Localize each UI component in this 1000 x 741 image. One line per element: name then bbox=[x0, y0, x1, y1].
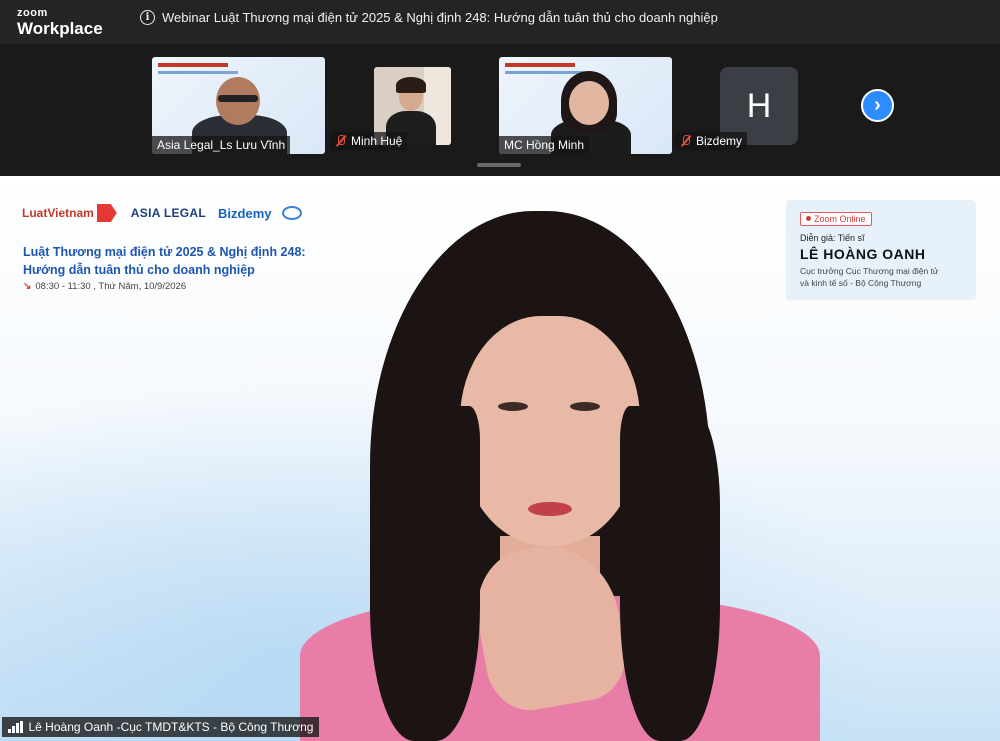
mic-muted-icon bbox=[335, 135, 347, 147]
speaker-role: Cục trưởng Cục Thương mại điện tử và kin… bbox=[800, 266, 939, 288]
participant-1-name: Asia Legal_Ls Lưu Vĩnh bbox=[152, 136, 291, 154]
presenter-eye-right bbox=[570, 402, 600, 411]
presenter-hair-right bbox=[620, 406, 720, 741]
luatvietnam-mark-icon bbox=[96, 204, 117, 222]
bizdemy-logo: Bizdemy bbox=[218, 205, 272, 221]
resize-handle[interactable] bbox=[477, 163, 521, 167]
participant-tile-1[interactable]: Asia Legal_Ls Lưu Vĩnh bbox=[152, 57, 325, 154]
active-speaker-view[interactable]: LuatVietnam ASIA LEGAL Bizdemy Luật Thươ… bbox=[0, 176, 1000, 741]
meeting-info[interactable]: i Webinar Luật Thương mại điện tử 2025 &… bbox=[140, 10, 718, 25]
speaker-label: Diễn giả: Tiến sĩ bbox=[800, 233, 865, 243]
participant-tile-3[interactable]: MC Hồng Minh bbox=[499, 57, 672, 154]
logo-workplace-text: Workplace bbox=[17, 19, 103, 38]
participant-4-name: Bizdemy bbox=[675, 132, 748, 150]
logo-zoom-text: zoom bbox=[17, 7, 48, 19]
slide-time: ↘ 08:30 - 11:30 , Thứ Năm, 10/9/2026 bbox=[23, 281, 187, 292]
chevron-right-icon: › bbox=[874, 94, 881, 116]
presenter-lips bbox=[528, 502, 572, 516]
participant-2-hair bbox=[396, 77, 426, 93]
slide-title: Luật Thương mại điện tử 2025 & Nghị định… bbox=[23, 245, 306, 277]
zoom-workplace-logo: zoom Workplace bbox=[17, 7, 103, 38]
presenter-hair-left bbox=[370, 406, 480, 741]
presenter-eye-left bbox=[498, 402, 528, 411]
asia-legal-logo: ASIA LEGAL bbox=[130, 206, 207, 220]
partner-logo-icon bbox=[281, 206, 302, 220]
meeting-title: Webinar Luật Thương mại điện tử 2025 & N… bbox=[162, 10, 718, 25]
sponsor-logos: LuatVietnam ASIA LEGAL Bizdemy bbox=[22, 204, 302, 222]
participant-2-name: Minh Huệ bbox=[330, 132, 408, 150]
presenter-video bbox=[300, 206, 820, 741]
mic-muted-icon bbox=[680, 135, 692, 147]
thumb-logo-strip bbox=[158, 63, 228, 67]
participant-3-name: MC Hồng Minh bbox=[499, 136, 590, 154]
glasses-icon bbox=[218, 95, 258, 102]
active-speaker-name: Lê Hoàng Oanh -Cục TMDT&KTS - Bộ Công Th… bbox=[2, 717, 320, 737]
connection-signal-icon bbox=[8, 721, 23, 733]
thumb-title-line bbox=[158, 71, 238, 74]
title-bar: zoom Workplace i Webinar Luật Thương mại… bbox=[0, 0, 1000, 44]
speaker-name: LÊ HOÀNG OANH bbox=[800, 246, 926, 262]
participant-strip: Asia Legal_Ls Lưu Vĩnh Minh Huệ MC Hồng … bbox=[0, 44, 1000, 176]
info-icon[interactable]: i bbox=[140, 10, 155, 25]
arrow-icon: ↘ bbox=[23, 281, 32, 292]
thumb-logo-strip bbox=[505, 63, 575, 67]
participant-3-head bbox=[569, 81, 609, 125]
luatvietnam-logo: LuatVietnam bbox=[22, 204, 117, 222]
next-page-button[interactable]: › bbox=[861, 89, 894, 122]
thumb-title-line bbox=[505, 71, 585, 74]
